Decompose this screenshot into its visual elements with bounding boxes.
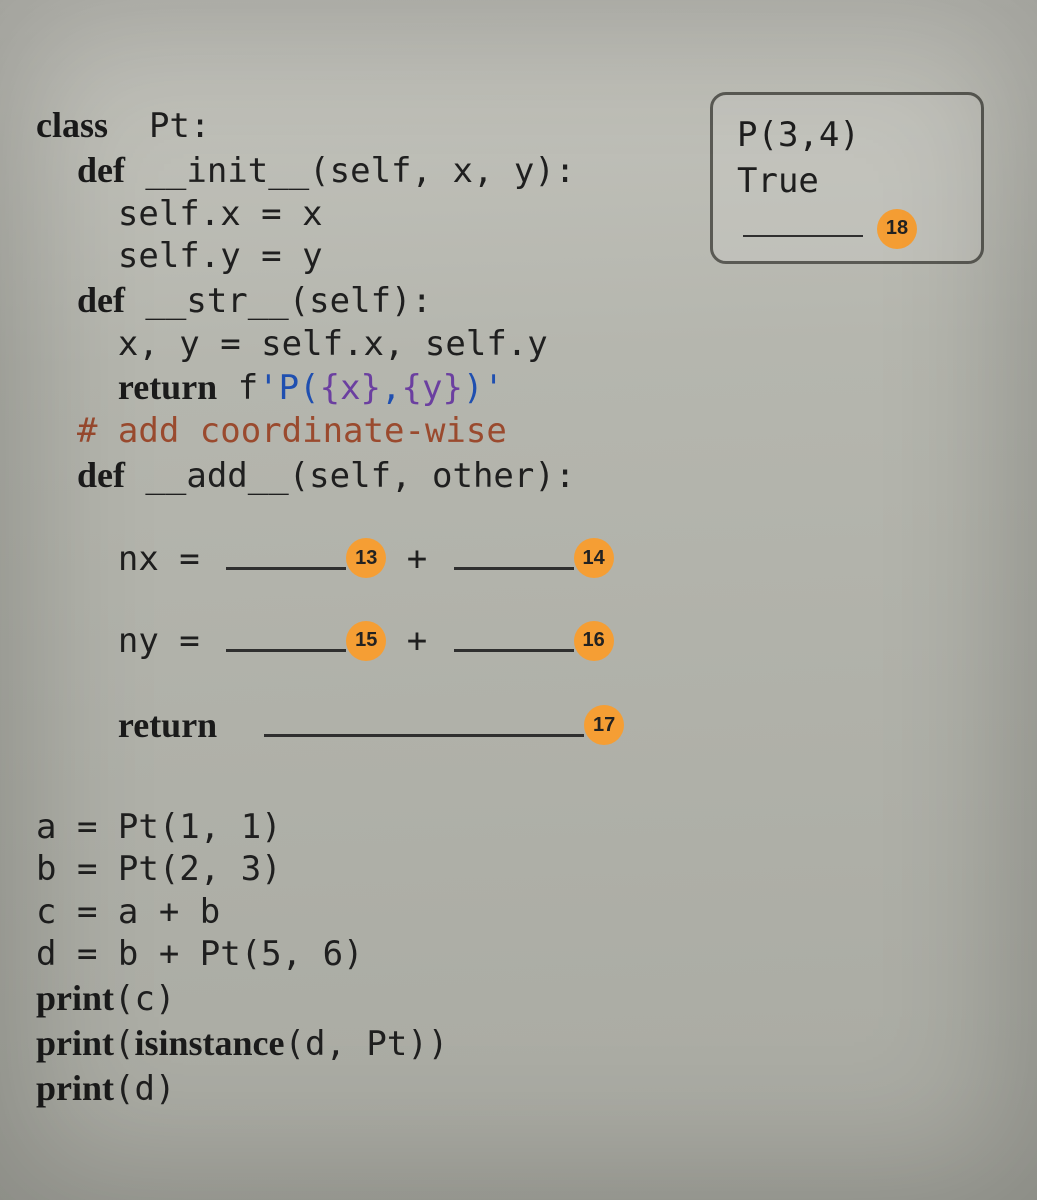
indent-9 xyxy=(36,456,77,496)
badge-18: 18 xyxy=(877,209,917,249)
code-l11: b = Pt(2, 3) xyxy=(36,849,282,889)
fstr-comma: , xyxy=(381,368,401,408)
blank-14[interactable] xyxy=(454,546,574,569)
indent-ret xyxy=(36,706,118,746)
gap xyxy=(36,498,1037,538)
code-l10: a = Pt(1, 1) xyxy=(36,807,282,847)
kw-print: print xyxy=(36,978,114,1018)
indent-ny xyxy=(36,621,118,661)
args: (d, Pt)) xyxy=(285,1024,449,1064)
code-ny-pre: ny = xyxy=(118,621,220,661)
gap xyxy=(36,663,1037,703)
badge-16: 16 xyxy=(574,621,614,661)
kw-class: class xyxy=(36,105,108,145)
code-l1-rest: Pt: xyxy=(108,106,210,146)
fstr-p: P( xyxy=(279,368,320,408)
fstr-x: {x} xyxy=(320,368,381,408)
code-ny-plus: + xyxy=(386,621,447,661)
gap xyxy=(36,580,1037,620)
badge-17: 17 xyxy=(584,705,624,745)
code-l5-rest: __str__(self): xyxy=(125,281,432,321)
expected-output-box: P(3,4) True 18 xyxy=(710,92,984,264)
gap xyxy=(36,788,1037,806)
code-l3: self.x = x xyxy=(36,194,323,234)
blank-13[interactable] xyxy=(226,546,346,569)
open-paren: ( xyxy=(114,1024,134,1064)
code-l13: d = b + Pt(5, 6) xyxy=(36,934,364,974)
badge-14: 14 xyxy=(574,538,614,578)
output-line-1: P(3,4) xyxy=(737,113,967,159)
indent-8 xyxy=(36,411,77,451)
gap xyxy=(36,748,1037,788)
kw-return: return xyxy=(118,705,217,745)
output-line-2: True xyxy=(737,159,967,205)
blank-17[interactable] xyxy=(264,713,584,736)
fstr-q2: ' xyxy=(483,368,503,408)
blank-16[interactable] xyxy=(454,629,574,652)
kw-return: return xyxy=(118,367,217,407)
badge-15: 15 xyxy=(346,621,386,661)
indent-5 xyxy=(36,281,77,321)
code-l9-rest: __add__(self, other): xyxy=(125,456,575,496)
code-nx-plus: + xyxy=(386,539,447,579)
code-l2-rest: __init__(self, x, y): xyxy=(125,151,575,191)
exercise-page: class Pt: def __init__(self, x, y): self… xyxy=(0,0,1037,1200)
code-comment: # add coordinate-wise xyxy=(77,411,507,451)
indent-nx xyxy=(36,539,118,579)
kw-isinstance: isinstance xyxy=(135,1023,285,1063)
kw-def: def xyxy=(77,150,125,190)
output-line-3: 18 xyxy=(737,211,967,251)
fstr-y: {y} xyxy=(402,368,463,408)
fstr-close: ) xyxy=(463,368,483,408)
code-l14c-rest: (d) xyxy=(114,1069,175,1109)
f-prefix: f xyxy=(217,368,258,408)
fstr-q1: ' xyxy=(258,368,278,408)
indent-2 xyxy=(36,151,77,191)
blank-15[interactable] xyxy=(226,629,346,652)
kw-def: def xyxy=(77,455,125,495)
badge-13: 13 xyxy=(346,538,386,578)
code-nx-pre: nx = xyxy=(118,539,220,579)
kw-def: def xyxy=(77,280,125,320)
blank-18[interactable] xyxy=(743,225,863,237)
kw-print: print xyxy=(36,1023,114,1063)
code-l4: self.y = y xyxy=(36,236,323,276)
code-l14a-rest: (c) xyxy=(114,979,175,1019)
code-l12: c = a + b xyxy=(36,892,220,932)
indent-7 xyxy=(36,368,118,408)
kw-print: print xyxy=(36,1068,114,1108)
sp xyxy=(217,706,258,746)
code-l6: x, y = self.x, self.y xyxy=(36,324,548,364)
